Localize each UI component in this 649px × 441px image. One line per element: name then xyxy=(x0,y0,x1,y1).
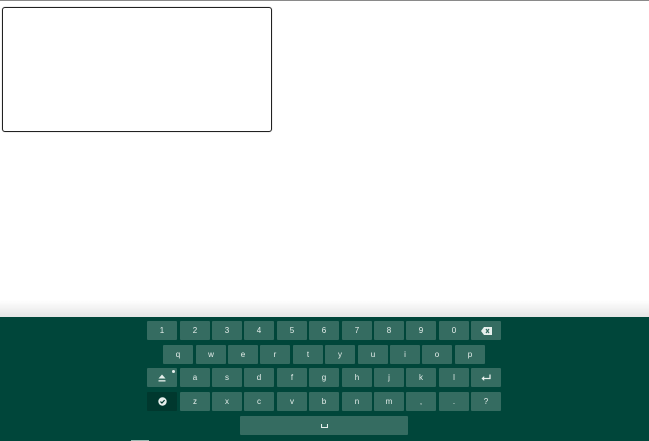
space-key[interactable] xyxy=(240,416,408,435)
key-3[interactable]: 3 xyxy=(212,321,242,340)
key-r[interactable]: r xyxy=(260,345,290,364)
done-key[interactable] xyxy=(147,392,177,411)
key-8[interactable]: 8 xyxy=(374,321,404,340)
key-2[interactable]: 2 xyxy=(180,321,210,340)
key-0[interactable]: 0 xyxy=(439,321,469,340)
key-w[interactable]: w xyxy=(196,345,226,364)
key-a[interactable]: a xyxy=(180,368,210,387)
key-m[interactable]: m xyxy=(374,392,404,411)
key-s[interactable]: s xyxy=(212,368,242,387)
key-question-mark[interactable]: ? xyxy=(471,392,501,411)
key-6[interactable]: 6 xyxy=(309,321,339,340)
key-c[interactable]: c xyxy=(244,392,274,411)
key-e[interactable]: e xyxy=(228,345,258,364)
key-comma[interactable]: , xyxy=(406,392,436,411)
key-5[interactable]: 5 xyxy=(277,321,307,340)
on-screen-keyboard: 1 2 3 4 5 6 7 8 9 0 q w e r t y u i o p xyxy=(0,317,649,441)
shift-icon xyxy=(158,374,166,382)
key-g[interactable]: g xyxy=(309,368,339,387)
space-icon xyxy=(320,423,328,428)
key-4[interactable]: 4 xyxy=(244,321,274,340)
shift-key[interactable] xyxy=(147,368,177,387)
key-j[interactable]: j xyxy=(374,368,404,387)
key-p[interactable]: p xyxy=(455,345,485,364)
keyboard-shadow xyxy=(0,300,649,317)
enter-key[interactable] xyxy=(471,368,501,387)
key-i[interactable]: i xyxy=(390,345,420,364)
enter-icon xyxy=(481,374,491,382)
text-input-area[interactable] xyxy=(2,7,272,132)
key-v[interactable]: v xyxy=(277,392,307,411)
key-x[interactable]: x xyxy=(212,392,242,411)
key-y[interactable]: y xyxy=(325,345,355,364)
key-o[interactable]: o xyxy=(422,345,452,364)
checkmark-circle-icon xyxy=(157,397,167,406)
backspace-key[interactable] xyxy=(471,321,501,340)
key-u[interactable]: u xyxy=(358,345,388,364)
key-k[interactable]: k xyxy=(406,368,436,387)
key-t[interactable]: t xyxy=(293,345,323,364)
key-h[interactable]: h xyxy=(342,368,372,387)
key-7[interactable]: 7 xyxy=(342,321,372,340)
key-z[interactable]: z xyxy=(180,392,210,411)
top-divider xyxy=(0,0,649,1)
key-b[interactable]: b xyxy=(309,392,339,411)
shift-indicator-dot xyxy=(172,370,175,373)
key-d[interactable]: d xyxy=(244,368,274,387)
key-f[interactable]: f xyxy=(277,368,307,387)
page: 1 2 3 4 5 6 7 8 9 0 q w e r t y u i o p xyxy=(0,0,649,441)
key-9[interactable]: 9 xyxy=(406,321,436,340)
key-l[interactable]: l xyxy=(439,368,469,387)
backspace-icon xyxy=(480,326,492,335)
key-1[interactable]: 1 xyxy=(147,321,177,340)
key-n[interactable]: n xyxy=(342,392,372,411)
key-period[interactable]: . xyxy=(439,392,469,411)
key-q[interactable]: q xyxy=(163,345,193,364)
